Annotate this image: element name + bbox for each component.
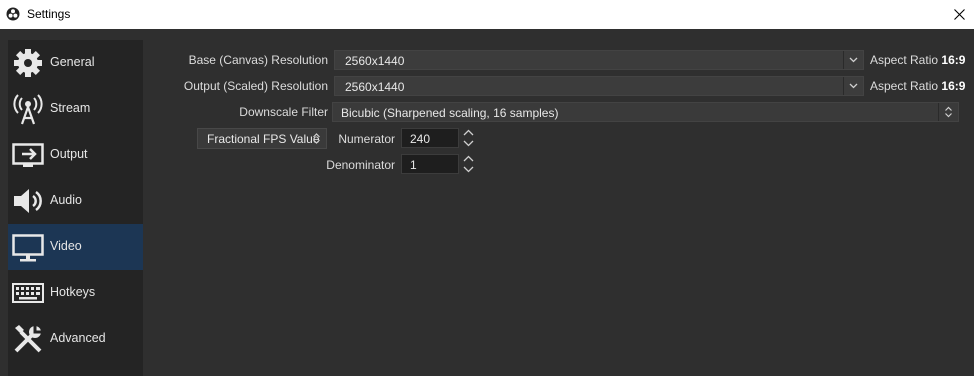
- denominator-stepper: [460, 153, 476, 175]
- sidebar-item-label: Audio: [50, 193, 82, 207]
- keyboard-icon: [12, 283, 44, 303]
- aspect-value: 16:9: [941, 53, 966, 67]
- increment-button[interactable]: [460, 127, 476, 138]
- aspect-prefix: Aspect Ratio: [870, 79, 939, 93]
- output-aspect-ratio: Aspect Ratio 16:9: [870, 79, 965, 93]
- output-resolution-label: Output (Scaled) Resolution: [183, 79, 328, 93]
- updown-arrows-icon: [945, 106, 952, 118]
- fps-type-select[interactable]: Fractional FPS Value: [197, 128, 327, 149]
- obs-logo-icon: [6, 7, 20, 21]
- numerator-label: Numerator: [338, 132, 395, 146]
- denominator-input[interactable]: 1: [401, 154, 459, 174]
- title-bar: Settings: [0, 0, 974, 29]
- denominator-value: 1: [410, 158, 417, 172]
- antenna-icon: [13, 94, 43, 125]
- fps-type-value: Fractional FPS Value: [207, 132, 320, 146]
- tools-icon: [14, 325, 42, 353]
- downscale-filter-select[interactable]: Bicubic (Sharpened scaling, 16 samples): [332, 102, 959, 122]
- decrement-button[interactable]: [460, 138, 476, 149]
- sidebar-item-general[interactable]: General: [8, 40, 143, 86]
- chevron-down-icon: [463, 140, 473, 147]
- downscale-filter-value: Bicubic (Sharpened scaling, 16 samples): [341, 106, 559, 120]
- base-resolution-value: 2560x1440: [345, 54, 405, 68]
- chevron-down-icon: [849, 83, 858, 89]
- sidebar-item-label: Stream: [50, 101, 91, 115]
- denominator-label: Denominator: [326, 158, 395, 172]
- base-resolution-combo[interactable]: 2560x1440: [334, 50, 864, 70]
- chevron-down-icon: [849, 57, 858, 63]
- sidebar-item-label: Video: [50, 239, 82, 253]
- speaker-icon: [14, 189, 42, 213]
- sidebar-item-advanced[interactable]: Advanced: [8, 316, 143, 362]
- close-icon: [953, 9, 965, 20]
- chevron-up-icon: [463, 129, 473, 136]
- increment-button[interactable]: [460, 153, 476, 164]
- sidebar-item-output[interactable]: Output: [8, 132, 143, 178]
- updown-arrows-icon: [313, 133, 320, 144]
- close-button[interactable]: [944, 0, 974, 29]
- aspect-prefix: Aspect Ratio: [870, 53, 939, 67]
- numerator-value: 240: [410, 132, 431, 146]
- output-resolution-combo[interactable]: 2560x1440: [334, 76, 864, 96]
- base-resolution-label: Base (Canvas) Resolution: [188, 53, 328, 67]
- aspect-value: 16:9: [941, 79, 966, 93]
- sidebar-item-hotkeys[interactable]: Hotkeys: [8, 270, 143, 316]
- settings-body: General Stream Output Audio Video Hotkey…: [0, 29, 974, 376]
- dropdown-arrow[interactable]: [843, 77, 863, 95]
- window-title: Settings: [27, 7, 71, 21]
- gear-icon: [14, 49, 42, 77]
- sidebar-item-label: Output: [50, 147, 88, 161]
- monitor-icon: [12, 234, 44, 262]
- settings-sidebar: General Stream Output Audio Video Hotkey…: [8, 40, 143, 376]
- numerator-input[interactable]: 240: [401, 128, 459, 148]
- sidebar-item-label: Hotkeys: [50, 285, 96, 299]
- sidebar-item-audio[interactable]: Audio: [8, 178, 143, 224]
- output-icon: [12, 143, 44, 167]
- chevron-up-icon: [463, 155, 473, 162]
- chevron-down-icon: [463, 166, 473, 173]
- dropdown-arrow[interactable]: [938, 103, 958, 121]
- dropdown-arrow[interactable]: [843, 51, 863, 69]
- numerator-stepper: [460, 127, 476, 149]
- decrement-button[interactable]: [460, 164, 476, 175]
- downscale-filter-label: Downscale Filter: [239, 105, 328, 119]
- output-resolution-value: 2560x1440: [345, 80, 405, 94]
- base-aspect-ratio: Aspect Ratio 16:9: [870, 53, 965, 67]
- sidebar-item-video[interactable]: Video: [8, 224, 143, 270]
- sidebar-item-label: Advanced: [50, 331, 106, 345]
- sidebar-item-label: General: [50, 55, 95, 69]
- sidebar-item-stream[interactable]: Stream: [8, 86, 143, 132]
